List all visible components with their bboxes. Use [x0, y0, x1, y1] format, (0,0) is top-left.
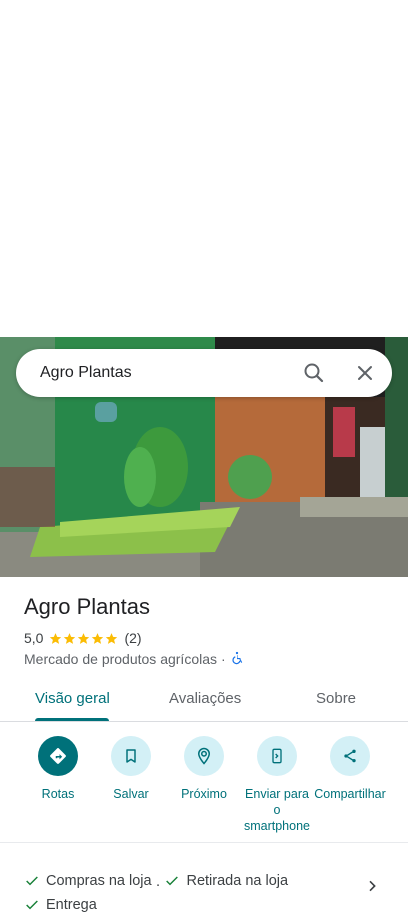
chevron-right-icon[interactable]	[364, 878, 380, 894]
send-to-phone-button[interactable]: Enviar para o smartphone	[240, 736, 314, 834]
category-row: Mercado de produtos agrícolas ·	[24, 650, 244, 668]
directions-icon	[38, 736, 78, 776]
share-label: Compartilhar	[314, 787, 386, 801]
save-button[interactable]: Salvar	[94, 736, 168, 802]
close-icon[interactable]	[353, 361, 377, 385]
map-blank-area	[0, 0, 408, 337]
star-icon	[64, 632, 76, 644]
tab-about[interactable]: Sobre	[316, 690, 356, 707]
share-icon	[330, 736, 370, 776]
tab-reviews[interactable]: Avaliações	[169, 690, 241, 707]
tab-indicator	[35, 718, 109, 721]
rating-value: 5,0	[24, 630, 44, 646]
nearby-label: Próximo	[181, 787, 227, 801]
tab-overview[interactable]: Visão geral	[35, 690, 110, 707]
check-icon	[26, 900, 38, 910]
nearby-icon	[184, 736, 224, 776]
rating-row[interactable]: 5,0 (2)	[24, 629, 142, 647]
save-label: Salvar	[113, 787, 149, 801]
search-bar[interactable]: Agro Plantas	[16, 349, 392, 397]
service-delivery: Entrega	[24, 895, 97, 914]
nearby-button[interactable]: Próximo	[167, 736, 241, 802]
services-list[interactable]: Compras na loja · Retirada na loja Entre…	[24, 871, 364, 914]
category-separator: ·	[221, 651, 226, 667]
wheelchair-icon	[230, 651, 244, 668]
check-icon	[26, 876, 38, 886]
rating-stars	[49, 632, 118, 645]
star-icon	[106, 632, 118, 644]
share-button[interactable]: Compartilhar	[313, 736, 387, 802]
section-divider	[0, 842, 408, 843]
service-label: Retirada na loja	[186, 873, 289, 889]
star-icon	[78, 632, 90, 644]
check-icon	[166, 876, 179, 886]
service-in-store: Compras na loja	[24, 871, 152, 891]
service-separator: ·	[155, 877, 161, 893]
tab-bar: Visão geral Avaliações Sobre	[0, 676, 408, 722]
search-query[interactable]: Agro Plantas	[40, 364, 132, 382]
service-pickup: Retirada na loja	[164, 871, 288, 891]
place-category: Mercado de produtos agrícolas	[24, 651, 217, 667]
directions-label: Rotas	[41, 787, 75, 801]
service-label: Entrega	[46, 897, 97, 913]
send-to-phone-label: Enviar para o smartphone	[243, 787, 310, 833]
review-count[interactable]: (2)	[124, 630, 141, 646]
place-title: Agro Plantas	[24, 594, 150, 619]
bookmark-icon	[111, 736, 151, 776]
send-to-phone-icon	[257, 736, 297, 776]
directions-button[interactable]: Rotas	[21, 736, 95, 802]
star-icon	[92, 632, 104, 644]
star-icon	[50, 632, 62, 644]
search-icon[interactable]	[302, 361, 326, 385]
service-label: Compras na loja	[46, 873, 152, 889]
